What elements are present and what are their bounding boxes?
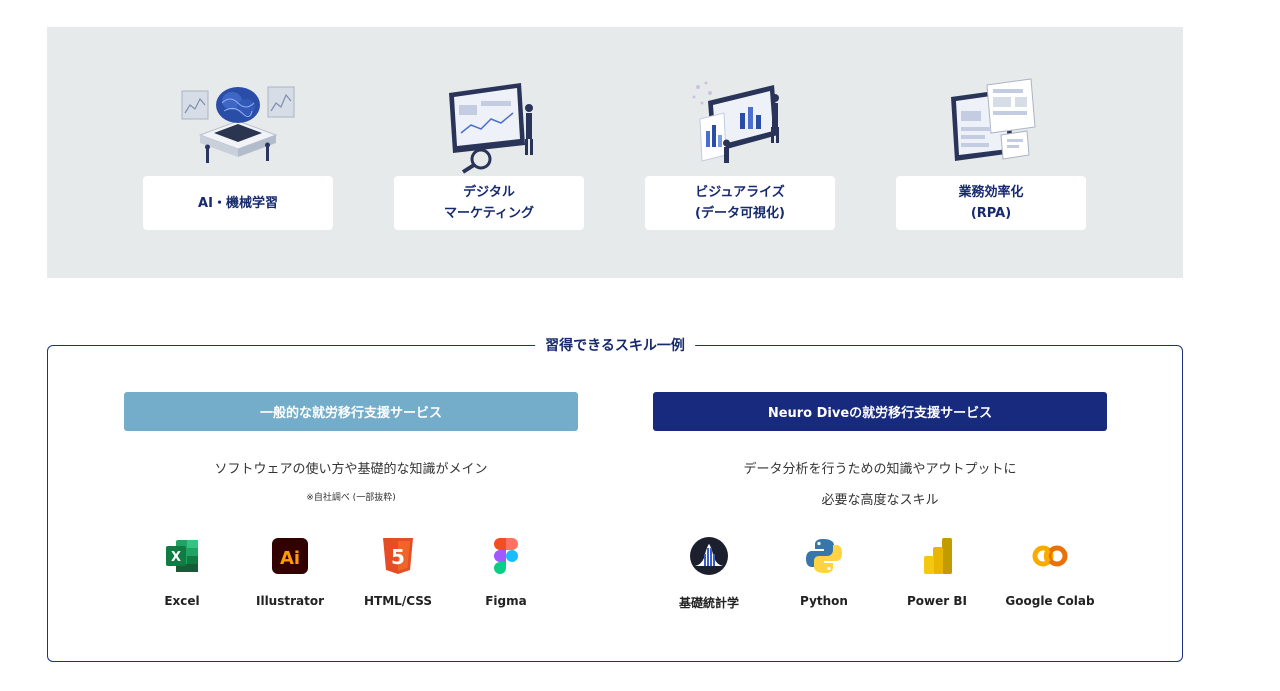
data-visualization-illustration [692, 81, 779, 163]
excel-icon: X [166, 540, 198, 572]
tool-name: Figma [485, 594, 527, 608]
business-efficiency-illustration [951, 78, 1036, 161]
field-label-line: 業務効率化 [958, 185, 1024, 200]
tool-statistics: 基礎統計学 [654, 536, 764, 616]
svg-text:5: 5 [391, 545, 405, 569]
tool-name: HTML/CSS [364, 594, 432, 608]
tool-name: 基礎統計学 [678, 596, 739, 610]
digital-marketing-illustration [449, 83, 533, 174]
tool-figma: Figma [451, 536, 561, 616]
tool-name: Google Colab [1005, 594, 1095, 608]
svg-text:Ai: Ai [280, 548, 300, 569]
description-line: データ分析を行うための知識やアウトプットに [743, 462, 1017, 477]
fields-panel: AI・機械学習 デジタル マーケティング ビジュアライズ (データ可視化) 業務… [47, 27, 1183, 278]
field-label-visualize: ビジュアライズ (データ可視化) [645, 176, 835, 230]
tool-excel: X Excel [127, 536, 237, 616]
neuro-dive-service-header: Neuro Diveの就労移行支援サービス [653, 392, 1107, 431]
tool-power-bi: Power BI [882, 536, 992, 616]
description-line: ソフトウェアの使い方や基礎的な知識がメイン [214, 462, 488, 477]
field-card-digital-marketing: デジタル マーケティング [394, 27, 584, 278]
general-service-description: ソフトウェアの使い方や基礎的な知識がメイン [124, 454, 578, 485]
neuro-dive-service-description: データ分析を行うための知識やアウトプットに 必要な高度なスキル [653, 454, 1107, 516]
python-icon [806, 539, 842, 573]
field-label-line: (データ可視化) [695, 206, 785, 221]
tool-html-css: 5 HTML/CSS [343, 536, 453, 616]
skills-comparison-box: 習得できるスキル一例 一般的な就労移行支援サービス ソフトウェアの使い方や基礎的… [47, 335, 1183, 662]
tool-name: Excel [164, 594, 200, 608]
html5-icon: 5 [383, 538, 413, 574]
tool-google-colab: Google Colab [995, 536, 1105, 616]
field-label-rpa: 業務効率化 (RPA) [896, 176, 1086, 230]
field-card-ai: AI・機械学習 [143, 27, 333, 278]
field-label-line: (RPA) [970, 206, 1012, 221]
field-label-line: デジタル [463, 185, 515, 200]
tool-illustrator: Ai Illustrator [235, 536, 345, 616]
google-colab-icon [1032, 545, 1068, 567]
svg-text:X: X [171, 550, 181, 565]
field-label-digital-marketing: デジタル マーケティング [394, 176, 584, 230]
statistics-icon [690, 537, 728, 575]
general-service-note: ※自社調べ (一部抜粋) [306, 493, 396, 503]
ai-machine-learning-illustration [181, 86, 295, 163]
general-service-header: 一般的な就労移行支援サービス [124, 392, 578, 431]
field-label-line: ビジュアライズ [695, 185, 785, 200]
field-label-line: AI・機械学習 [198, 195, 278, 211]
tool-name: Python [800, 594, 848, 608]
tool-python: Python [769, 536, 879, 616]
field-label-line: マーケティング [444, 206, 534, 221]
power-bi-icon [924, 538, 952, 574]
field-card-rpa: 業務効率化 (RPA) [896, 27, 1086, 278]
tool-name: Illustrator [255, 594, 325, 608]
skills-title: 習得できるスキル一例 [535, 335, 695, 355]
description-line: 必要な高度なスキル [821, 493, 939, 508]
figma-icon [494, 538, 518, 574]
field-label-ai: AI・機械学習 [143, 176, 333, 230]
illustrator-icon: Ai [272, 538, 308, 574]
field-card-visualize: ビジュアライズ (データ可視化) [645, 27, 835, 278]
tool-name: Power BI [907, 594, 967, 608]
